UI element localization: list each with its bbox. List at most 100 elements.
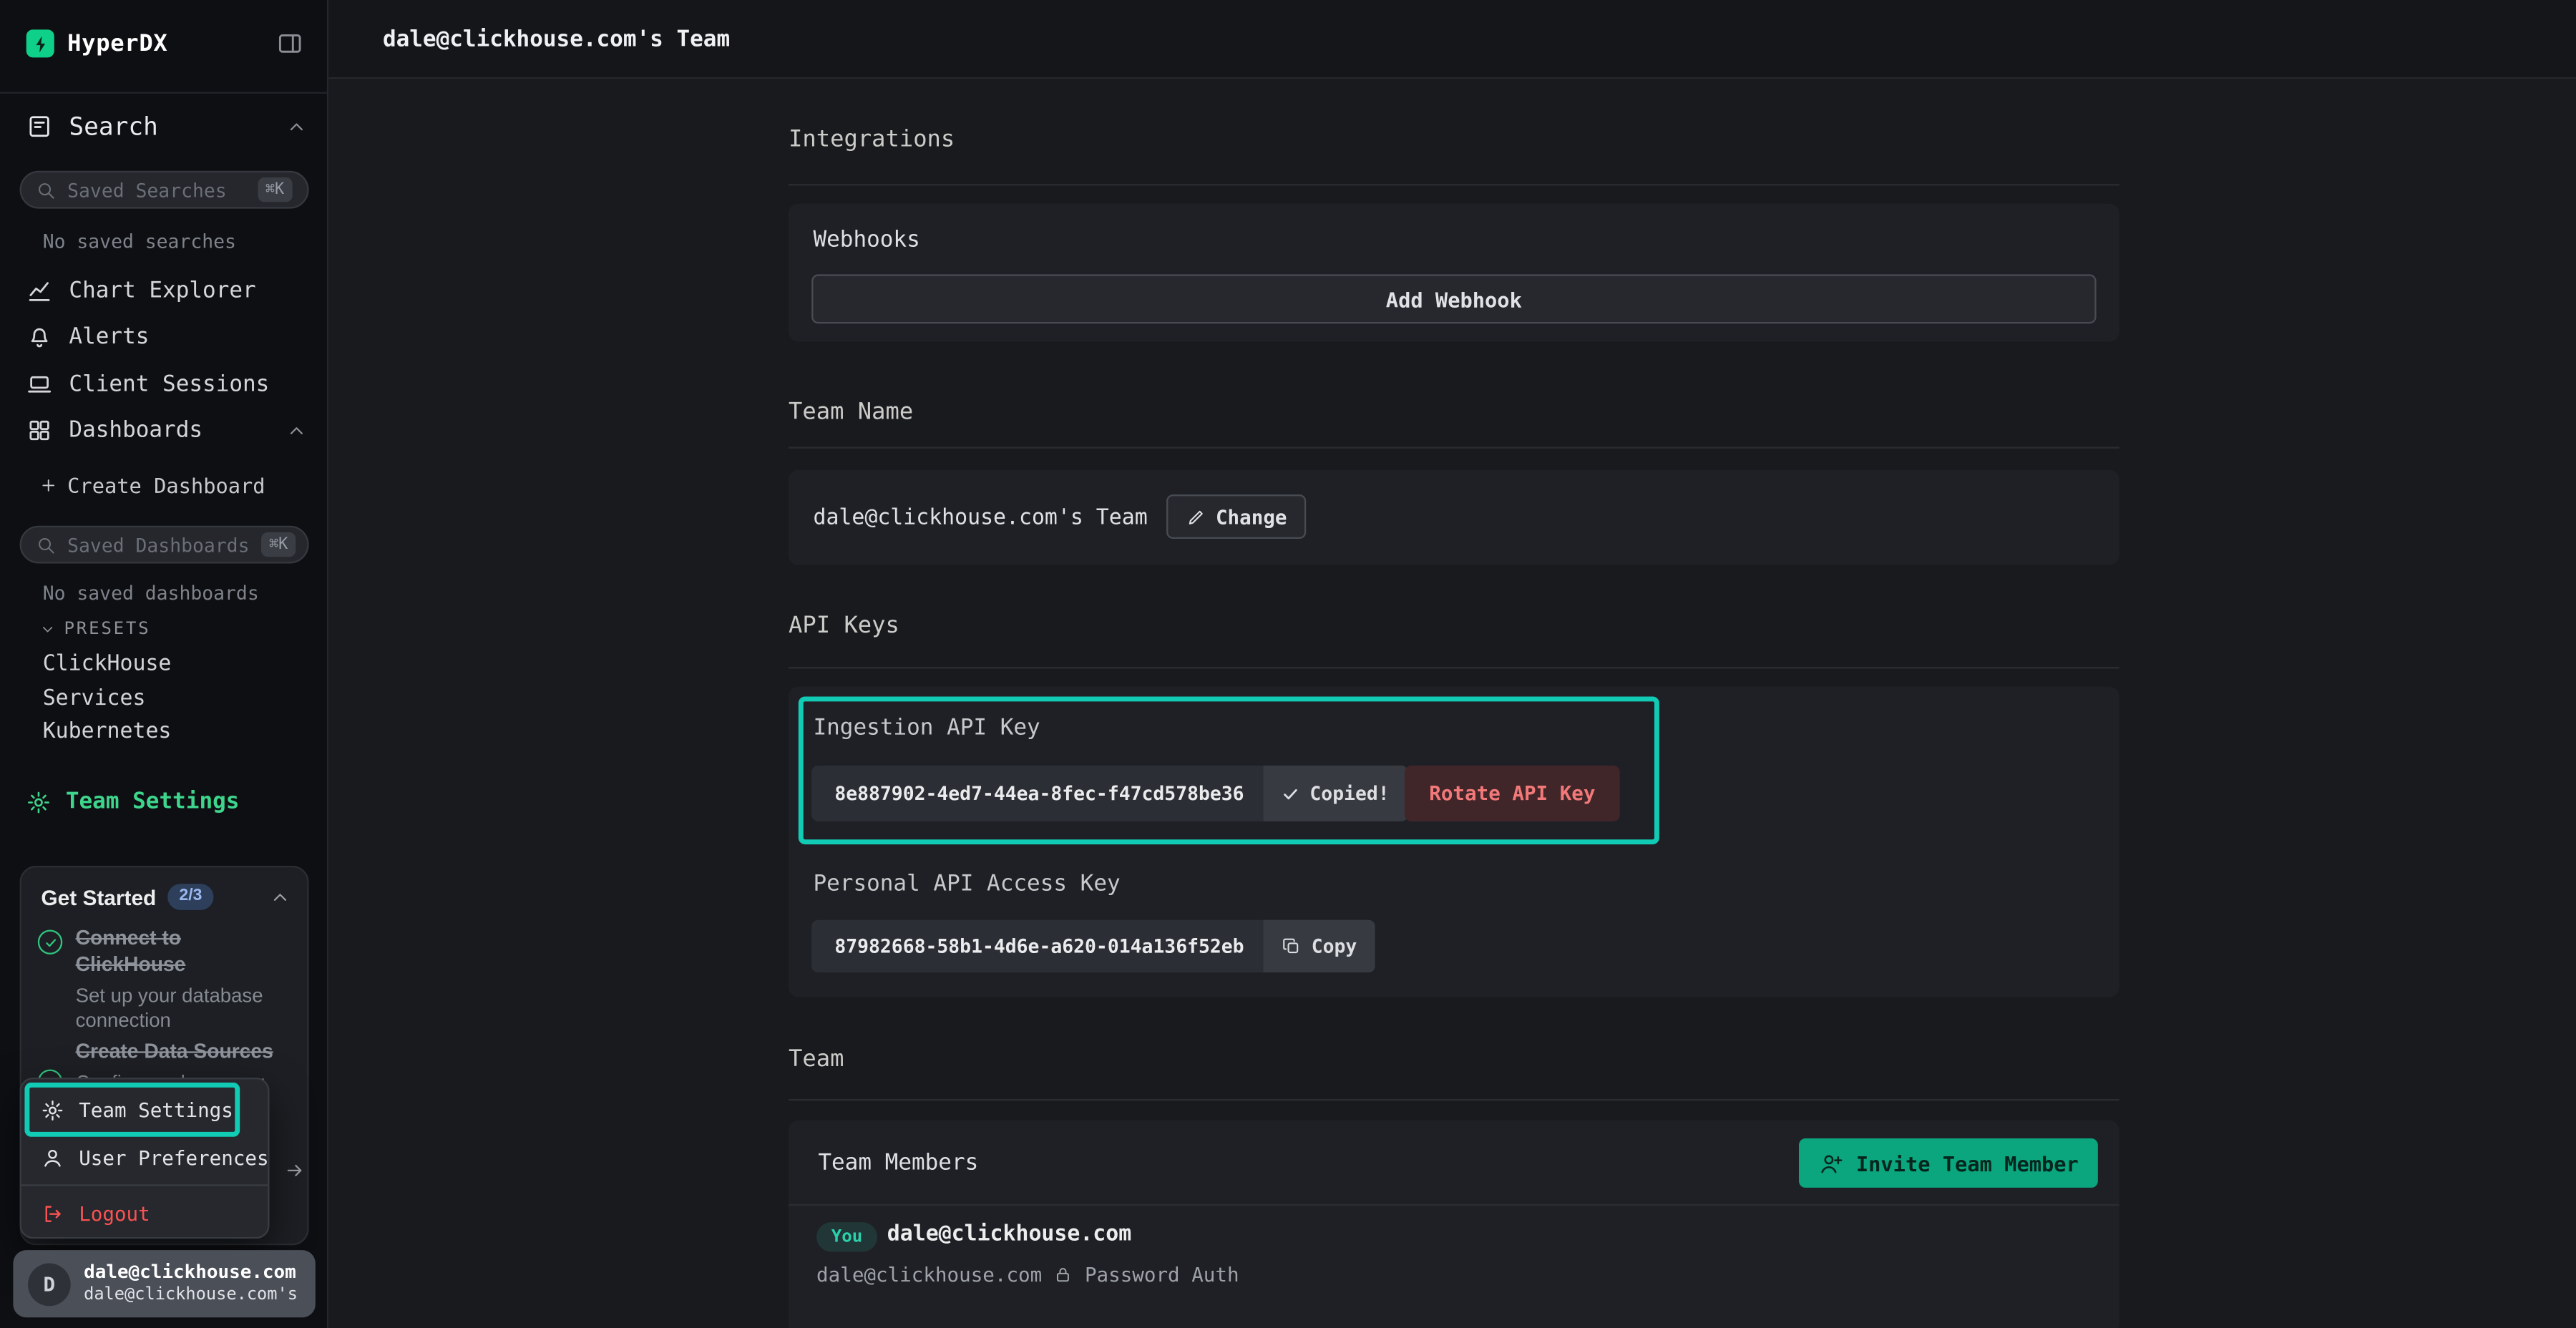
- copy-label: Copy: [1312, 934, 1357, 957]
- lock-icon: [1053, 1265, 1073, 1285]
- brand-name: HyperDX: [67, 30, 167, 57]
- chevron-up-icon[interactable]: [270, 887, 291, 908]
- preset-services[interactable]: Services: [43, 687, 146, 711]
- personal-key-value: 87982668-58b1-4d6e-a620-014a136f52eb: [811, 920, 1264, 972]
- pencil-icon: [1186, 507, 1206, 527]
- sidebar-item-chart-explorer[interactable]: Chart Explorer: [26, 273, 308, 309]
- user-name: dale@clickhouse.com: [84, 1261, 298, 1284]
- section-rule: [789, 446, 2119, 448]
- you-badge: You: [816, 1222, 877, 1251]
- webhooks-card: Webhooks Add Webhook: [789, 204, 2119, 342]
- section-rule: [789, 667, 2119, 668]
- invite-team-member-button[interactable]: Invite Team Member: [1799, 1138, 2098, 1188]
- chevron-up-icon[interactable]: [286, 116, 307, 137]
- nav-label: Chart Explorer: [69, 278, 255, 304]
- team-members-card: Team Members Invite Team Member You dale…: [789, 1120, 2119, 1328]
- get-started-item-subtitle: Set up your database connection: [76, 984, 293, 1035]
- create-dashboard-button[interactable]: Create Dashboard: [39, 473, 265, 497]
- copied-button[interactable]: Copied!: [1264, 766, 1407, 821]
- get-started-item-title: Create Data Sources: [76, 1040, 293, 1066]
- change-team-name-button[interactable]: Change: [1166, 494, 1307, 539]
- preset-clickhouse[interactable]: ClickHouse: [43, 652, 172, 676]
- menu-item-user-preferences[interactable]: User Preferences: [21, 1133, 268, 1181]
- rotate-api-key-button[interactable]: Rotate API Key: [1405, 766, 1620, 821]
- section-rule: [789, 1099, 2119, 1100]
- page-header: dale@clickhouse.com's Team: [328, 0, 2576, 79]
- team-settings-label: Team Settings: [66, 788, 240, 815]
- check-circle-icon: [38, 929, 62, 954]
- member-auth: Password Auth: [1085, 1264, 1239, 1286]
- copied-label: Copied!: [1309, 782, 1389, 805]
- api-keys-card: Ingestion API Key 8e887902-4ed7-44ea-8fe…: [789, 687, 2119, 997]
- saved-dashboards-placeholder: Saved Dashboards: [67, 533, 249, 556]
- invite-label: Invite Team Member: [1856, 1151, 2079, 1175]
- presets-label: PRESETS: [64, 620, 151, 640]
- nav-label: Alerts: [69, 323, 149, 350]
- team-name-heading: Team Name: [789, 399, 913, 426]
- personal-key-label: Personal API Access Key: [813, 871, 1120, 897]
- shortcut-badge: ⌘K: [261, 533, 296, 557]
- sidebar-item-dashboards[interactable]: Dashboards: [26, 412, 308, 449]
- personal-key-box: 87982668-58b1-4d6e-a620-014a136f52eb Cop…: [811, 920, 1375, 972]
- saved-dashboards-input[interactable]: Saved Dashboards ⌘K: [20, 526, 309, 564]
- section-rule: [789, 184, 2119, 185]
- user-plus-icon: [1818, 1151, 1843, 1175]
- presets-toggle[interactable]: PRESETS: [39, 620, 150, 640]
- ingestion-key-value: 8e887902-4ed7-44ea-8fec-f47cd578be36: [811, 766, 1264, 821]
- menu-item-team-settings[interactable]: Team Settings: [21, 1086, 268, 1134]
- current-user-button[interactable]: D dale@clickhouse.com dale@clickhouse.co…: [13, 1250, 315, 1317]
- menu-item-label: Team Settings: [79, 1098, 233, 1121]
- menu-item-label: Logout: [79, 1201, 150, 1224]
- get-started-item-connect[interactable]: Connect to ClickHouse Set up your databa…: [38, 927, 301, 1035]
- rotate-label: Rotate API Key: [1429, 782, 1595, 805]
- bell-icon: [26, 323, 53, 350]
- preset-kubernetes[interactable]: Kubernetes: [43, 720, 172, 744]
- hyperdx-logo-icon: [26, 29, 54, 57]
- page-title: dale@clickhouse.com's Team: [383, 0, 730, 79]
- sidebar-item-alerts[interactable]: Alerts: [26, 318, 308, 355]
- user-team: dale@clickhouse.com's: [84, 1285, 298, 1307]
- sidebar-section-search[interactable]: Search: [26, 109, 308, 145]
- team-name-value: dale@clickhouse.com's Team: [813, 506, 1147, 530]
- search-icon: [36, 534, 57, 555]
- gear-icon: [26, 789, 51, 814]
- user-menu-popup: Team Settings User Preferences Logout: [20, 1078, 270, 1239]
- team-name-card: dale@clickhouse.com's Team Change: [789, 470, 2119, 565]
- sidebar-item-team-settings[interactable]: Team Settings: [26, 788, 240, 815]
- create-dashboard-label: Create Dashboard: [67, 473, 265, 497]
- hyperdx-app: HyperDX Search Saved Searches ⌘K No save…: [0, 0, 2576, 1328]
- api-keys-heading: API Keys: [789, 612, 899, 639]
- chart-icon: [26, 278, 53, 304]
- nav-label: Client Sessions: [69, 371, 269, 398]
- arrow-right-icon[interactable]: [284, 1160, 306, 1181]
- avatar: D: [28, 1262, 71, 1305]
- add-webhook-button[interactable]: Add Webhook: [811, 274, 2096, 323]
- search-section-icon: [26, 113, 53, 140]
- get-started-title: Get Started: [41, 884, 156, 909]
- chevron-up-icon[interactable]: [286, 420, 307, 441]
- no-saved-searches-note: No saved searches: [43, 230, 236, 253]
- sidebar-item-client-sessions[interactable]: Client Sessions: [26, 366, 308, 403]
- grid-icon: [26, 417, 53, 444]
- shortcut-badge: ⌘K: [257, 178, 292, 202]
- add-webhook-label: Add Webhook: [1386, 287, 1522, 311]
- check-icon: [1282, 784, 1299, 802]
- get-started-header[interactable]: Get Started 2/3: [41, 884, 291, 910]
- chevron-down-icon: [39, 621, 56, 638]
- sidebar-divider: [0, 92, 327, 94]
- user-icon: [41, 1146, 64, 1168]
- gear-icon: [41, 1098, 64, 1121]
- team-heading: Team: [789, 1046, 844, 1073]
- sidebar-collapse-icon[interactable]: [276, 29, 304, 57]
- main-content: dale@clickhouse.com's Team Integrations …: [328, 0, 2576, 1328]
- ingestion-key-label: Ingestion API Key: [813, 715, 1040, 741]
- copy-button[interactable]: Copy: [1264, 920, 1375, 972]
- get-started-progress-badge: 2/3: [167, 884, 213, 910]
- team-members-title: Team Members: [818, 1150, 978, 1176]
- saved-searches-input[interactable]: Saved Searches ⌘K: [20, 171, 309, 209]
- saved-searches-placeholder: Saved Searches: [67, 178, 227, 201]
- search-section-label: Search: [69, 112, 157, 141]
- nav-label: Dashboards: [69, 417, 203, 444]
- no-saved-dashboards-note: No saved dashboards: [43, 582, 259, 605]
- menu-item-logout[interactable]: Logout: [21, 1189, 268, 1237]
